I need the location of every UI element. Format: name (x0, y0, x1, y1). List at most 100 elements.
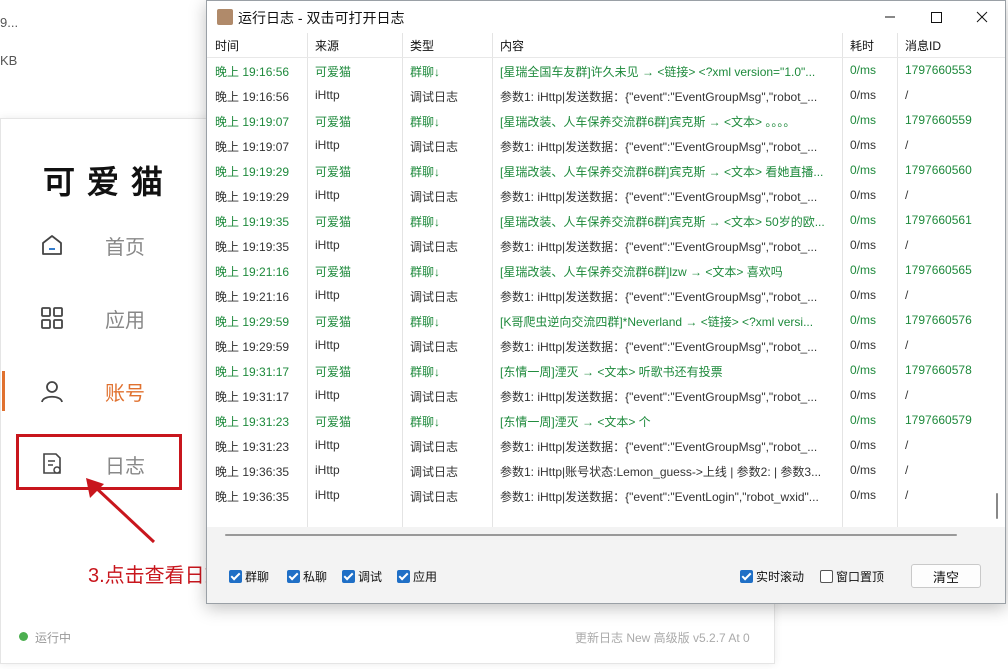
vertical-scrollbar[interactable] (996, 493, 998, 519)
column-header[interactable]: 内容 (500, 37, 524, 54)
cell-type: 调试日志 (410, 465, 459, 479)
cell-message-id: 1797660560 (905, 163, 972, 177)
status-dot (19, 632, 28, 641)
cell-source: 可爱猫 (315, 165, 352, 179)
cell-type: 调试日志 (410, 190, 459, 204)
column-header[interactable]: 来源 (315, 37, 339, 54)
cell-source: 可爱猫 (315, 265, 352, 279)
cell-cost: 0/ms (850, 463, 877, 477)
column-header[interactable]: 消息ID (905, 37, 941, 54)
table-row[interactable]: 晚上 19:36:35 iHttp 调试日志 参数1: iHttp|账号状态:L… (207, 457, 997, 482)
annotation-text: 3.点击查看日志 (88, 565, 225, 587)
cell-message-id: 1797660578 (905, 363, 972, 377)
cell-cost: 0/ms (850, 313, 877, 327)
filter-debug-checkbox[interactable]: 调试 (342, 568, 382, 584)
table-row[interactable]: 晚上 19:19:35 可爱猫 群聊↓ [星瑞改装、人车保养交流群6群]宾克斯 … (207, 207, 997, 232)
column-header[interactable]: 耗时 (850, 37, 874, 54)
sidebar-item-label: 首页 (105, 237, 145, 259)
column-header[interactable]: 时间 (215, 37, 239, 54)
table-row[interactable]: 晚上 19:29:59 可爱猫 群聊↓ [K哥爬虫逆向交流四群]*Neverla… (207, 307, 997, 332)
sidebar-item-apps[interactable]: 应用 (1, 293, 181, 343)
table-row[interactable]: 晚上 19:31:17 iHttp 调试日志 参数1: iHttp|发送数据：{… (207, 382, 997, 407)
cell-type: 群聊↓ (410, 365, 441, 379)
active-indicator (2, 371, 5, 411)
cell-content: 参数1: iHttp|发送数据：{"event":"EventGroupMsg"… (500, 440, 818, 454)
table-row[interactable]: 晚上 19:19:07 可爱猫 群聊↓ [星瑞改装、人车保养交流群6群]宾克斯 … (207, 107, 997, 132)
table-row[interactable]: 晚上 19:19:07 iHttp 调试日志 参数1: iHttp|发送数据：{… (207, 132, 997, 157)
sidebar-item-label: 应用 (105, 310, 145, 332)
minimize-button[interactable] (867, 1, 913, 33)
cell-time: 晚上 19:31:17 (215, 365, 290, 379)
cell-type: 调试日志 (410, 140, 459, 154)
cell-source: 可爱猫 (315, 315, 352, 329)
maximize-button[interactable] (913, 1, 959, 33)
cell-source: 可爱猫 (315, 65, 352, 79)
table-row[interactable]: 晚上 19:16:56 可爱猫 群聊↓ [星瑞全国车友群]许久未见 → <链接>… (207, 57, 997, 82)
table-row[interactable]: 晚上 19:19:29 可爱猫 群聊↓ [星瑞改装、人车保养交流群6群]宾克斯 … (207, 157, 997, 182)
table-row[interactable]: 晚上 19:31:23 可爱猫 群聊↓ [东情一周]湮灭 → <文本> 个 0/… (207, 407, 997, 432)
cell-message-id: / (905, 88, 909, 102)
table-row[interactable]: 晚上 19:29:59 iHttp 调试日志 参数1: iHttp|发送数据：{… (207, 332, 997, 357)
cell-time: 晚上 19:16:56 (215, 90, 290, 104)
table-row[interactable]: 晚上 19:36:35 iHttp 调试日志 参数1: iHttp|发送数据：{… (207, 482, 997, 507)
checkbox-box (287, 570, 300, 583)
window-titlebar[interactable]: 运行日志 - 双击可打开日志 (207, 1, 1005, 33)
version-text[interactable]: 更新日志 New 高级版 v5.2.7 At 0 (575, 629, 750, 646)
cell-type: 群聊↓ (410, 65, 441, 79)
sidebar-item-account[interactable]: 账号 (1, 366, 181, 416)
filter-apps-checkbox[interactable]: 应用 (397, 568, 437, 584)
cell-time: 晚上 19:19:07 (215, 115, 290, 129)
cell-message-id: 1797660579 (905, 413, 972, 427)
cell-content: [星瑞改装、人车保养交流群6群]宾克斯 → <文本> 。。。。 (500, 115, 796, 129)
table-row[interactable]: 晚上 19:21:16 iHttp 调试日志 参数1: iHttp|发送数据：{… (207, 282, 997, 307)
cell-cost: 0/ms (850, 263, 877, 277)
log-table[interactable]: 时间 来源 类型 内容 耗时 消息ID 晚上 19:16:56 可爱猫 群聊↓ … (207, 33, 1005, 527)
cell-content: 参数1: iHttp|发送数据：{"event":"EventGroupMsg"… (500, 190, 818, 204)
cell-cost: 0/ms (850, 413, 877, 427)
cell-message-id: 1797660559 (905, 113, 972, 127)
sidebar-item-label: 账号 (105, 383, 145, 405)
table-row[interactable]: 晚上 19:21:16 可爱猫 群聊↓ [星瑞改装、人车保养交流群6群]lzw … (207, 257, 997, 282)
cell-time: 晚上 19:29:59 (215, 340, 290, 354)
cell-content: [星瑞改装、人车保养交流群6群]宾克斯 → <文本> 50岁的欧... (500, 215, 825, 229)
always-on-top-checkbox[interactable]: 窗口置顶 (820, 568, 884, 584)
cell-type: 群聊↓ (410, 315, 441, 329)
cell-message-id: 1797660553 (905, 63, 972, 77)
cell-source: iHttp (315, 238, 340, 252)
cell-time: 晚上 19:31:23 (215, 415, 290, 429)
table-row[interactable]: 晚上 19:19:29 iHttp 调试日志 参数1: iHttp|发送数据：{… (207, 182, 997, 207)
cell-content: [K哥爬虫逆向交流四群]*Neverland → <链接> <?xml vers… (500, 315, 814, 329)
checkbox-box (740, 570, 753, 583)
cell-type: 调试日志 (410, 290, 459, 304)
close-button[interactable] (959, 1, 1005, 33)
auto-scroll-checkbox[interactable]: 实时滚动 (740, 568, 804, 584)
checkbox-label: 私聊 (303, 570, 328, 584)
cell-type: 群聊↓ (410, 415, 441, 429)
horizontal-scrollbar[interactable] (225, 534, 957, 536)
status-text: 运行中 (35, 631, 72, 645)
filter-bar: 群聊 私聊 调试 应用 实时滚动 窗口置顶 清空 (207, 556, 1005, 596)
clear-button[interactable]: 清空 (911, 564, 981, 588)
table-row[interactable]: 晚上 19:16:56 iHttp 调试日志 参数1: iHttp|发送数据：{… (207, 82, 997, 107)
filter-private-checkbox[interactable]: 私聊 (287, 568, 327, 584)
fragment-text: KB (0, 53, 18, 68)
cell-message-id: 1797660565 (905, 263, 972, 277)
cell-cost: 0/ms (850, 138, 877, 152)
cell-time: 晚上 19:36:35 (215, 465, 290, 479)
cell-type: 调试日志 (410, 240, 459, 254)
sidebar-item-home[interactable]: 首页 (1, 220, 181, 270)
cell-type: 调试日志 (410, 390, 459, 404)
cell-time: 晚上 19:19:35 (215, 215, 290, 229)
cell-source: 可爱猫 (315, 215, 352, 229)
table-row[interactable]: 晚上 19:31:17 可爱猫 群聊↓ [东情一周]湮灭 → <文本> 听歌书还… (207, 357, 997, 382)
cell-cost: 0/ms (850, 363, 877, 377)
table-row[interactable]: 晚上 19:19:35 iHttp 调试日志 参数1: iHttp|发送数据：{… (207, 232, 997, 257)
cell-time: 晚上 19:36:35 (215, 490, 290, 504)
cell-message-id: / (905, 288, 909, 302)
table-row[interactable]: 晚上 19:31:23 iHttp 调试日志 参数1: iHttp|发送数据：{… (207, 432, 997, 457)
cell-cost: 0/ms (850, 238, 877, 252)
cell-time: 晚上 19:19:35 (215, 240, 290, 254)
column-header[interactable]: 类型 (410, 37, 434, 54)
filter-group-checkbox[interactable]: 群聊 (229, 568, 269, 584)
cell-cost: 0/ms (850, 188, 877, 202)
